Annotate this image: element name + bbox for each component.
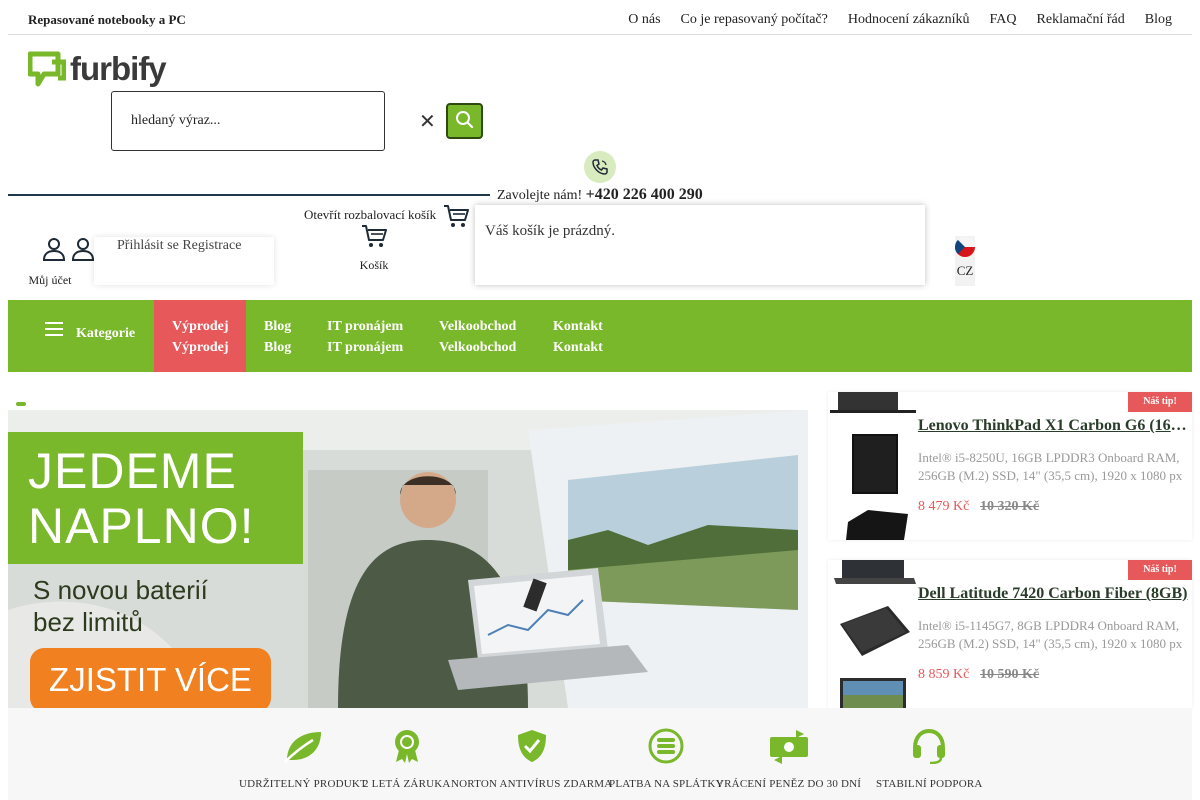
laptop-thumbnail [834, 560, 916, 708]
carousel-indicator[interactable] [16, 402, 26, 406]
product-name[interactable]: Lenovo ThinkPad X1 Carbon G6 (16GB) [918, 417, 1188, 435]
award-badge-icon [394, 730, 419, 763]
laptop-thumbnail [830, 392, 916, 540]
headline-line: JEDEME [28, 443, 237, 499]
top-link-complaints[interactable]: Reklamační řád [1037, 12, 1125, 28]
top-bar: Repasované notebooky a PC O nás Co je re… [8, 0, 1192, 35]
top-link-refurbished[interactable]: Co je repasovaný počítač? [681, 12, 828, 28]
top-link-reviews[interactable]: Hodnocení zákazníků [848, 12, 970, 28]
nav-item-sale[interactable]: Výprodej Výprodej [172, 316, 229, 358]
cart-icon[interactable] [442, 203, 470, 229]
benefit-label: PLATBA NA SPLÁTKY [609, 778, 724, 790]
benefit-label: VRÁCENÍ PENĚZ DO 30 DNÍ [716, 778, 862, 790]
subtitle-line: S novou baterií [33, 575, 208, 605]
product-old-price: 10 590 Kč [980, 667, 1040, 682]
product-old-price: 10 320 Kč [980, 499, 1040, 514]
nav-item-wholesale[interactable]: Velkoobchod Velkoobchod [439, 316, 516, 358]
account-label: Můj účet [28, 273, 72, 287]
hamburger-icon [45, 322, 63, 336]
product-description: Intel® i5-1145G7, 8GB LPDDR4 Onboard RAM… [918, 618, 1183, 651]
cart-toggle[interactable]: Otevřít rozbalovací košík [304, 207, 436, 223]
phone-contact: Zavolejte nám! +420 226 400 290 [497, 186, 703, 204]
cart-button[interactable]: Košík [352, 223, 396, 273]
cart-empty-text: Váš košík je prázdný. [485, 223, 615, 239]
top-link-about[interactable]: O nás [628, 12, 660, 28]
benefit-money-back: VRÁCENÍ PENĚZ DO 30 DNÍ [716, 728, 861, 790]
nav-item-contact[interactable]: Kontakt Kontakt [553, 316, 603, 358]
tagline: Repasované notebooky a PC [28, 12, 186, 27]
benefit-label: NORTON ANTIVÍRUS ZDARMA [451, 778, 613, 790]
tip-badge: Náš tip! [1128, 392, 1192, 412]
phone-icon [584, 151, 616, 183]
search-input[interactable]: hledaný výraz... [111, 91, 385, 151]
benefit-installments: PLATBA NA SPLÁTKY [609, 728, 724, 790]
nav-label: IT pronájem [327, 340, 404, 355]
nav-label: Blog [264, 319, 292, 334]
site-logo[interactable]: furbify [28, 50, 167, 88]
product-card[interactable]: Náš tip! Lenovo ThinkPad X1 Carbon G6 (1… [828, 392, 1192, 540]
product-price: 8 479 Kč [918, 499, 970, 514]
learn-more-button[interactable]: ZJISTIT VÍCE [30, 648, 271, 708]
top-link-faq[interactable]: FAQ [990, 12, 1017, 28]
nav-label: Výprodej [172, 319, 229, 334]
cart-label: Košík [359, 258, 389, 272]
nav-label: Velkoobchod [439, 340, 517, 355]
benefit-label: UDRŽITELNÝ PRODUKT [239, 778, 367, 790]
banner-headline: JEDEME NAPLNO! [28, 444, 255, 554]
benefit-sustainable: UDRŽITELNÝ PRODUKT [239, 728, 367, 790]
benefits-bar: UDRŽITELNÝ PRODUKT 2 LETÁ ZÁRUKA NORTON … [8, 708, 1192, 800]
divider [8, 194, 490, 196]
account-button[interactable]: Můj účet [28, 236, 72, 288]
search-placeholder: hledaný výraz... [131, 113, 221, 128]
benefit-label: 2 LETÁ ZÁRUKA [363, 778, 451, 790]
product-card[interactable]: Náš tip! Dell Latitude 7420 Carbon Fiber… [828, 560, 1192, 708]
login-register-popup[interactable]: Přihlásit se Registrace [94, 237, 274, 285]
phone-label: Zavolejte nám! [497, 188, 583, 203]
nav-label: Výprodej [172, 340, 229, 355]
user-icon [42, 238, 66, 261]
benefit-label: STABILNÍ PODPORA [876, 778, 983, 790]
headline-line: NAPLNO! [28, 498, 255, 554]
clear-search-icon[interactable]: ✕ [419, 109, 436, 133]
categories-menu[interactable]: Kategorie [44, 316, 135, 342]
subtitle-line: bez limitů [33, 607, 143, 637]
top-link-blog[interactable]: Blog [1145, 12, 1172, 28]
product-name[interactable]: Dell Latitude 7420 Carbon Fiber (8GB) [918, 585, 1188, 603]
benefit-warranty: 2 LETÁ ZÁRUKA [363, 728, 451, 790]
categories-label: Kategorie [76, 326, 136, 341]
nav-item-blog[interactable]: Blog Blog [264, 316, 291, 358]
shield-check-icon [517, 730, 546, 762]
nav-label: Kontakt [553, 319, 603, 334]
nav-label: Blog [264, 340, 292, 355]
search-button[interactable] [446, 103, 483, 139]
nav-label: Kontakt [553, 340, 603, 355]
banner-subtitle: S novou baterií bez limitů [33, 574, 208, 638]
phone-number[interactable]: +420 226 400 290 [586, 186, 703, 203]
logo-wordmark: furbify [70, 50, 167, 87]
login-register-link[interactable]: Přihlásit se Registrace [117, 238, 241, 253]
hero-banner[interactable]: JEDEME NAPLNO! S novou baterií bez limit… [8, 392, 808, 708]
product-price: 8 859 Kč [918, 667, 970, 682]
language-switcher[interactable]: CZ [955, 236, 975, 286]
nav-label: IT pronájem [327, 319, 404, 334]
user-icon[interactable] [70, 236, 96, 262]
cart-dropdown: Váš košík je prázdný. [475, 205, 925, 285]
cart-icon [362, 225, 387, 247]
nav-item-it-rental[interactable]: IT pronájem IT pronájem [327, 316, 403, 358]
benefit-antivirus: NORTON ANTIVÍRUS ZDARMA [451, 728, 612, 790]
leaf-icon [284, 732, 321, 763]
coins-icon [648, 728, 684, 764]
tip-badge: Náš tip! [1128, 560, 1192, 580]
headset-icon [913, 728, 946, 764]
money-exchange-icon [769, 730, 808, 764]
benefit-support: STABILNÍ PODPORA [876, 728, 983, 790]
nav-label: Velkoobchod [439, 319, 517, 334]
main-nav: Kategorie Výprodej Výprodej Blog Blog IT… [8, 300, 1192, 372]
product-description: Intel® i5-8250U, 16GB LPDDR3 Onboard RAM… [918, 450, 1183, 483]
speech-bubble-logo-icon [28, 51, 66, 87]
language-code: CZ [956, 263, 974, 278]
czech-flag-icon [955, 237, 975, 257]
top-links: O nás Co je repasovaný počítač? Hodnocen… [628, 12, 1172, 28]
search-icon [456, 111, 474, 129]
